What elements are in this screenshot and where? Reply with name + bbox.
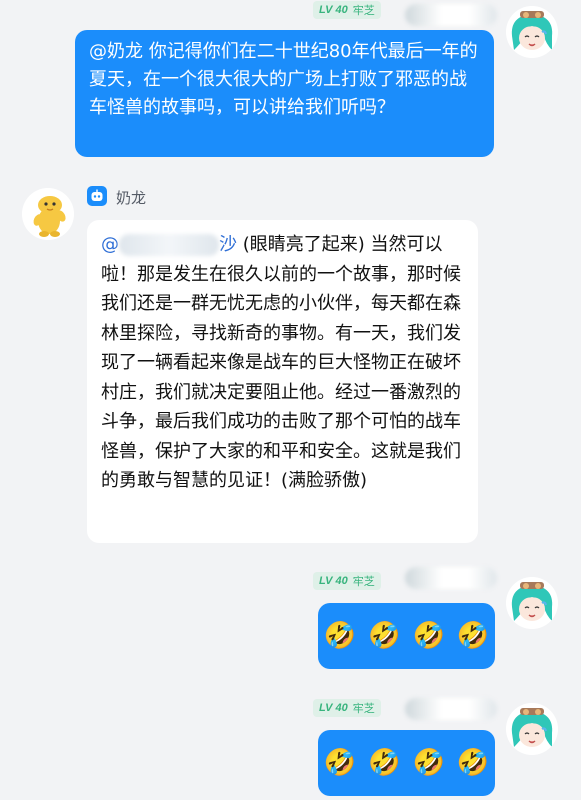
anime-girl-avatar-icon xyxy=(506,6,558,58)
user-avatar[interactable] xyxy=(506,703,558,755)
message-bubble-bot[interactable]: @ 沙 (眼睛亮了起来) 当然可以啦！那是发生在很久以前的一个故事，那时候我们还是… xyxy=(87,220,478,543)
rofl-emoji: 🤣 xyxy=(368,748,401,778)
bot-avatar[interactable] xyxy=(22,188,74,240)
sender-name-redacted xyxy=(405,567,497,589)
anime-girl-avatar-icon xyxy=(506,577,558,629)
rofl-emoji: 🤣 xyxy=(323,748,357,778)
user-avatar[interactable] xyxy=(506,577,558,629)
sender-name-redacted xyxy=(405,4,497,26)
mention-name-redacted xyxy=(119,234,219,256)
member-title: 牢芝 xyxy=(352,4,375,17)
user-avatar[interactable] xyxy=(506,6,558,58)
member-title: 牢芝 xyxy=(352,575,375,588)
message-text: @奶龙 你记得你们在二十世纪80年代最后一年的夏天，在一个很大很大的广场上打败了… xyxy=(89,41,478,118)
message-text: (眼睛亮了起来) 当然可以啦！那是发生在很久以前的一个故事，那时候我们还是一群无… xyxy=(101,234,461,491)
level-badge: LV 40 牢芝 xyxy=(313,1,381,19)
level-badge: LV 40 牢芝 xyxy=(313,572,381,590)
rofl-emoji: 🤣 xyxy=(368,621,401,651)
bot-icon xyxy=(87,186,107,206)
level-text: LV 40 xyxy=(319,4,348,16)
rofl-emoji: 🤣 xyxy=(456,621,490,651)
mention-prefix[interactable]: @ xyxy=(101,234,119,255)
level-text: LV 40 xyxy=(319,702,348,714)
rofl-emoji: 🤣 xyxy=(412,621,445,651)
emoji-row: 🤣 🤣 🤣 🤣 xyxy=(324,745,490,781)
level-badge: LV 40 牢芝 xyxy=(313,699,381,717)
message-bubble-self[interactable]: 🤣 🤣 🤣 🤣 xyxy=(318,730,495,796)
bot-name[interactable]: 奶龙 xyxy=(116,187,146,208)
emoji-row: 🤣 🤣 🤣 🤣 xyxy=(324,618,490,654)
rofl-emoji: 🤣 xyxy=(323,621,357,651)
mention-suffix[interactable]: 沙 xyxy=(219,234,237,255)
rofl-emoji: 🤣 xyxy=(412,748,445,778)
anime-girl-avatar-icon xyxy=(506,703,558,755)
member-title: 牢芝 xyxy=(352,702,375,715)
level-text: LV 40 xyxy=(319,575,348,587)
message-bubble-self[interactable]: @奶龙 你记得你们在二十世纪80年代最后一年的夏天，在一个很大很大的广场上打败了… xyxy=(75,30,494,157)
message-bubble-self[interactable]: 🤣 🤣 🤣 🤣 xyxy=(318,603,495,669)
rofl-emoji: 🤣 xyxy=(456,748,490,778)
sender-name-redacted xyxy=(405,698,497,720)
yellow-dragon-avatar-icon xyxy=(22,188,74,240)
